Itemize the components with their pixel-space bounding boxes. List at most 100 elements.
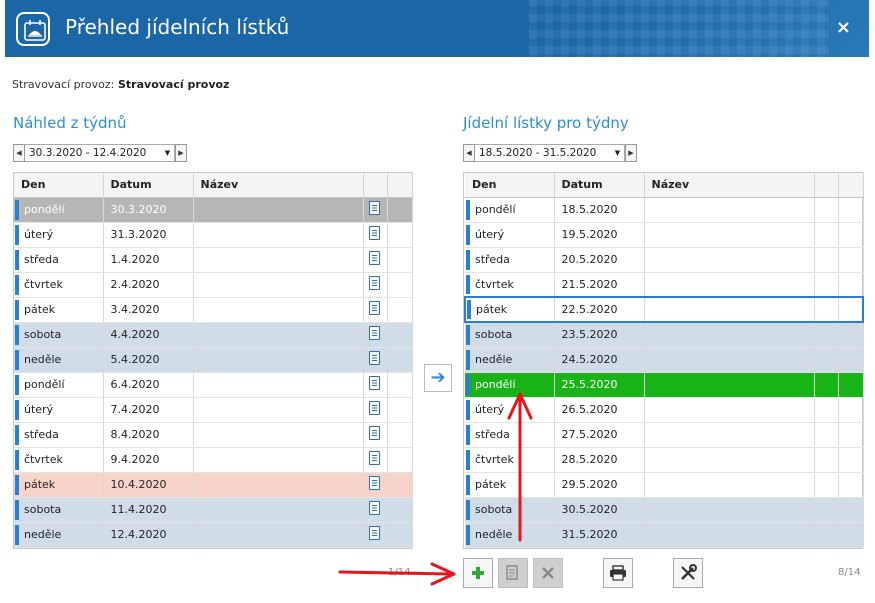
provoz-label: Stravovací provoz: [12, 78, 115, 91]
right-cell-extra [838, 222, 864, 248]
left-table-row[interactable]: pátek 3.4.2020 [14, 297, 413, 323]
right-week-range[interactable]: 18.5.2020 - 31.5.2020 [475, 144, 611, 162]
right-table-row[interactable]: pondělí 18.5.2020 [465, 197, 864, 223]
document-icon[interactable] [368, 526, 380, 540]
right-table-row[interactable]: neděle 31.5.2020 [465, 522, 864, 548]
right-cell-date: 28.5.2020 [554, 447, 645, 473]
edit-button[interactable] [498, 558, 528, 588]
document-icon[interactable] [368, 276, 380, 290]
right-cell-extra [838, 497, 864, 523]
right-cell-name [644, 447, 815, 473]
left-table-row[interactable]: neděle 5.4.2020 [14, 347, 413, 373]
right-cell-extra [838, 197, 864, 223]
right-next-week-button[interactable]: ▶ [625, 144, 637, 162]
document-icon[interactable] [368, 376, 380, 390]
right-table-row[interactable]: pátek 29.5.2020 [465, 472, 864, 498]
left-week-range[interactable]: 30.3.2020 - 12.4.2020 [25, 144, 161, 162]
right-cell-name [644, 397, 815, 423]
right-col-nazev[interactable]: Název [644, 173, 815, 198]
left-cell-day: pondělí [14, 372, 104, 398]
right-col-den[interactable]: Den [465, 173, 555, 198]
right-table-row[interactable]: středa 20.5.2020 [465, 247, 864, 273]
copy-arrow-button[interactable]: ➔ [424, 364, 452, 392]
left-cell-date: 4.4.2020 [103, 322, 194, 348]
edit-document-icon [506, 565, 518, 580]
right-cell-icon [814, 296, 839, 323]
left-table-row[interactable]: čtvrtek 2.4.2020 [14, 272, 413, 298]
right-cell-name [644, 472, 815, 498]
right-col-datum[interactable]: Datum [554, 173, 645, 198]
left-table-row[interactable]: úterý 7.4.2020 [14, 397, 413, 423]
document-icon[interactable] [368, 251, 380, 265]
document-icon[interactable] [368, 351, 380, 365]
document-icon[interactable] [368, 201, 380, 215]
left-cell-date: 2.4.2020 [103, 272, 194, 298]
right-table-row[interactable]: sobota 30.5.2020 [465, 497, 864, 523]
left-next-week-button[interactable]: ▶ [175, 144, 187, 162]
left-cell-icon [363, 472, 388, 498]
right-cell-date: 20.5.2020 [554, 247, 645, 273]
right-cell-date: 30.5.2020 [554, 497, 645, 523]
right-table-row[interactable]: středa 27.5.2020 [465, 422, 864, 448]
close-button[interactable]: × [836, 18, 851, 38]
left-table-row[interactable]: středa 1.4.2020 [14, 247, 413, 273]
x-icon [542, 567, 554, 579]
document-icon[interactable] [368, 476, 380, 490]
left-cell-icon [363, 347, 388, 373]
left-table-row[interactable]: pátek 10.4.2020 [14, 472, 413, 498]
left-cell-extra [387, 322, 413, 348]
right-table-row[interactable]: neděle 24.5.2020 [465, 347, 864, 373]
left-cell-name [193, 272, 364, 298]
settings-button[interactable] [673, 558, 703, 588]
right-cell-icon [814, 247, 839, 273]
right-table-row[interactable]: sobota 23.5.2020 [465, 322, 864, 348]
document-icon[interactable] [368, 426, 380, 440]
document-icon[interactable] [368, 326, 380, 340]
left-table-row[interactable]: pondělí 30.3.2020 [14, 197, 413, 223]
right-cell-icon [814, 272, 839, 298]
add-button[interactable] [463, 558, 493, 588]
right-table-row[interactable]: pondělí 25.5.2020 [465, 372, 864, 398]
right-table-row[interactable]: úterý 19.5.2020 [465, 222, 864, 248]
document-icon[interactable] [368, 301, 380, 315]
right-cell-icon [814, 422, 839, 448]
right-table-row[interactable]: pátek 22.5.2020 [464, 296, 864, 323]
right-cell-date: 29.5.2020 [554, 472, 645, 498]
document-icon[interactable] [368, 451, 380, 465]
print-button[interactable] [603, 558, 633, 588]
left-cell-day: čtvrtek [14, 447, 104, 473]
left-cell-icon [363, 397, 388, 423]
left-table-row[interactable]: středa 8.4.2020 [14, 422, 413, 448]
right-prev-week-button[interactable]: ◀ [463, 144, 475, 162]
left-week-dropdown[interactable]: ▼ [161, 144, 175, 162]
right-cell-name [644, 347, 815, 373]
right-cell-day: čtvrtek [465, 447, 555, 473]
left-table-row[interactable]: pondělí 6.4.2020 [14, 372, 413, 398]
right-table-row[interactable]: úterý 26.5.2020 [465, 397, 864, 423]
left-col-den[interactable]: Den [14, 173, 104, 198]
left-table-row[interactable]: sobota 4.4.2020 [14, 322, 413, 348]
right-cell-name [644, 222, 815, 248]
left-cell-name [193, 472, 364, 498]
right-cell-extra [838, 372, 864, 398]
left-table-row[interactable]: úterý 31.3.2020 [14, 222, 413, 248]
left-cell-date: 1.4.2020 [103, 247, 194, 273]
right-table-row[interactable]: čtvrtek 21.5.2020 [465, 272, 864, 298]
left-col-datum[interactable]: Datum [103, 173, 194, 198]
right-table-row[interactable]: čtvrtek 28.5.2020 [465, 447, 864, 473]
left-cell-day: neděle [14, 347, 104, 373]
document-icon[interactable] [368, 401, 380, 415]
left-table-row[interactable]: čtvrtek 9.4.2020 [14, 447, 413, 473]
left-prev-week-button[interactable]: ◀ [13, 144, 25, 162]
right-cell-icon [814, 522, 839, 548]
delete-button[interactable] [533, 558, 563, 588]
right-week-dropdown[interactable]: ▼ [611, 144, 625, 162]
right-cell-day: pondělí [465, 197, 555, 223]
document-icon[interactable] [368, 226, 380, 240]
right-cell-name [644, 322, 815, 348]
left-table-row[interactable]: neděle 12.4.2020 [14, 522, 413, 548]
left-cell-icon [363, 422, 388, 448]
left-table-row[interactable]: sobota 11.4.2020 [14, 497, 413, 523]
left-col-nazev[interactable]: Název [193, 173, 364, 198]
document-icon[interactable] [368, 501, 380, 515]
